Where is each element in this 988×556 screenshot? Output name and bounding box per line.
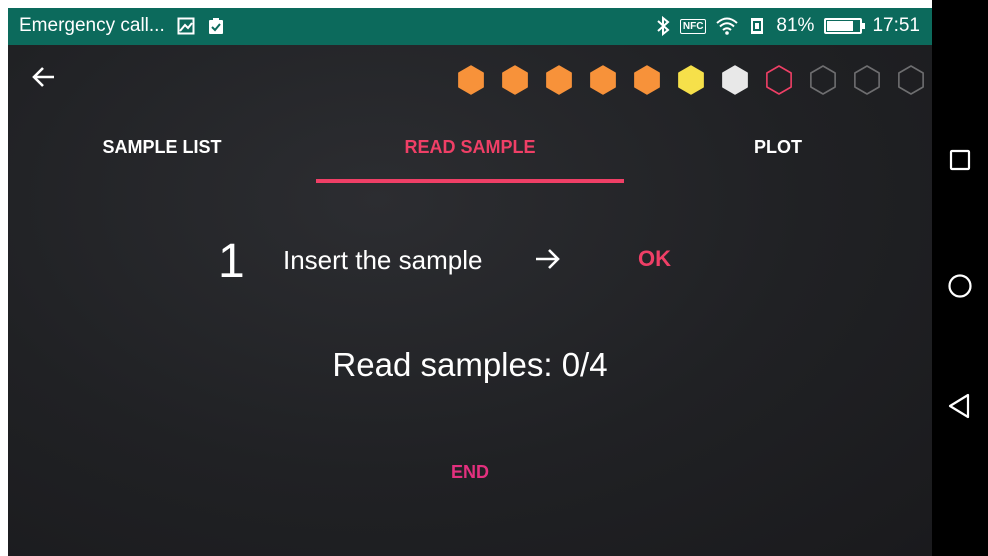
tab-indicator (316, 179, 624, 183)
tab-read-sample[interactable]: READ SAMPLE (316, 111, 624, 183)
system-nav-bar (932, 0, 988, 556)
progress-hexagon (546, 65, 572, 95)
progress-hexagon (678, 65, 704, 95)
triangle-back-icon (948, 393, 970, 419)
progress-hexagon (766, 65, 792, 95)
status-left: Emergency call... (19, 15, 225, 37)
bluetooth-icon (656, 16, 670, 36)
wifi-icon (716, 17, 739, 35)
image-icon (177, 17, 195, 35)
arrow-right-icon (532, 243, 564, 275)
nfc-icon: NFC (679, 18, 707, 34)
home-button[interactable] (942, 268, 978, 304)
tab-bar: SAMPLE LIST READ SAMPLE PLOT (8, 111, 932, 183)
status-bar: Emergency call... NFC 81% 17:51 (8, 8, 932, 45)
progress-hexagon (458, 65, 484, 95)
progress-hexagon (590, 65, 616, 95)
progress-hexagon (898, 65, 924, 95)
progress-hexagon (722, 65, 748, 95)
read-samples-count: Read samples: 0/4 (332, 346, 608, 383)
vibrate-icon (748, 17, 766, 35)
arrow-left-icon (32, 67, 54, 87)
clock: 17:51 (872, 15, 920, 36)
app-bar (8, 45, 932, 111)
tab-sample-list[interactable]: SAMPLE LIST (8, 111, 316, 183)
progress-hexagon (634, 65, 660, 95)
app-screen: Emergency call... NFC 81% 17:51 SAMPLE L… (8, 8, 932, 556)
status-right: NFC 81% 17:51 (656, 15, 920, 37)
circle-icon (948, 274, 972, 298)
tab-plot[interactable]: PLOT (624, 111, 932, 183)
nav-back-button[interactable] (942, 388, 978, 424)
progress-hexagon (810, 65, 836, 95)
end-button-label: END (450, 462, 489, 482)
progress-hexagon (854, 65, 880, 95)
battery-percent: 81% (776, 15, 815, 36)
progress-hexagons (454, 63, 928, 97)
clipboard-check-icon (207, 17, 225, 35)
back-button[interactable] (30, 63, 74, 103)
step-instruction: Insert the sample (283, 245, 483, 275)
square-icon (949, 149, 971, 171)
battery-level (827, 21, 853, 31)
step-number: 1 (218, 235, 245, 288)
recents-button[interactable] (942, 142, 978, 178)
notification-text: Emergency call... (19, 15, 165, 36)
progress-hexagon (502, 65, 528, 95)
ok-button[interactable]: OK (638, 246, 671, 272)
end-button[interactable]: END (8, 462, 932, 483)
battery-icon (824, 18, 866, 34)
